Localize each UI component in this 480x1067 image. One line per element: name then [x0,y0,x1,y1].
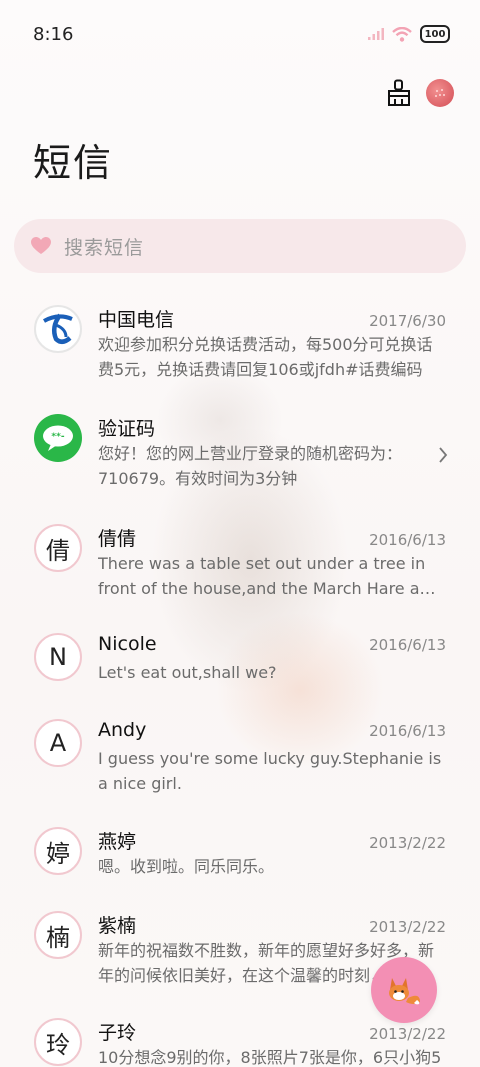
battery-icon: 100 [420,25,450,43]
status-bar: 8:16 100 [0,0,480,68]
message-preview: 您好！您的网上营业厅登录的随机密码为：710679。有效时间为3分钟 [98,444,403,488]
list-item[interactable]: 中国电信 2017/6/30 欢迎参加积分兑换话费活动，每500分可兑换话费5元… [0,289,480,398]
message-preview: 嗯。收到啦。同乐同乐。 [98,857,275,876]
avatar: 玲 [34,1018,82,1066]
contact-name: 倩倩 [98,528,137,550]
list-item[interactable]: 婷 燕婷 2013/2/22 嗯。收到啦。同乐同乐。 [0,811,480,895]
message-preview: 10分想念9别的你，8张照片7张是你，6只小狗5只像你，4根骨头3根归你，2爪着… [98,1048,442,1067]
message-list: 中国电信 2017/6/30 欢迎参加积分兑换话费活动，每500分可兑换话费5元… [0,289,480,1067]
compose-button[interactable] [371,957,437,1023]
message-date: 2016/6/13 [369,722,446,740]
avatar: 倩 [34,524,82,572]
status-icons: 100 [368,25,450,43]
list-item[interactable]: **- 验证码 您好！您的网上营业厅登录的随机密码为：710679。有效时间为3… [0,398,480,508]
battery-level: 100 [424,28,446,40]
profile-avatar[interactable] [426,79,454,107]
contact-name: 燕婷 [98,831,137,853]
contact-name: 中国电信 [98,309,175,331]
broom-icon[interactable] [386,79,412,107]
message-date: 2013/2/22 [369,834,446,852]
message-preview: 欢迎参加积分兑换话费活动，每500分可兑换话费5元，兑换话费请回复106或jfd… [98,335,433,379]
list-item[interactable]: N Nicole 2016/6/13 Let's eat out,shall w… [0,617,480,703]
message-date: 2013/2/22 [369,918,446,936]
svg-text:**-: **- [51,432,64,442]
avatar: **- [34,414,82,462]
heart-icon [31,237,51,254]
signal-icon [368,28,384,40]
message-bubble-icon: **- [43,425,73,451]
contact-name: Andy [98,719,147,741]
china-telecom-icon [43,313,73,344]
list-item[interactable]: 倩 倩倩 2016/6/13 There was a table set out… [0,508,480,617]
contact-name: Nicole [98,633,157,655]
page-title: 短信 [33,141,114,185]
avatar [34,305,82,353]
strawberry-icon [435,89,445,97]
message-preview: I guess you're some lucky guy.Stephanie … [98,749,442,793]
avatar: 婷 [34,827,82,875]
message-preview: There was a table set out under a tree i… [98,554,440,598]
search-bar[interactable]: 搜索短信 [14,219,466,273]
wifi-icon [392,26,412,42]
list-item[interactable]: A Andy 2016/6/13 I guess you're some luc… [0,703,480,811]
contact-name: 子玲 [98,1022,137,1044]
search-input[interactable]: 搜索短信 [64,233,144,260]
avatar: N [34,633,82,681]
avatar: A [34,719,82,767]
message-date: 2017/6/30 [369,312,446,330]
fox-icon [389,978,420,1005]
message-date: 2013/2/22 [369,1025,446,1043]
message-preview: Let's eat out,shall we? [98,663,277,682]
message-date: 2016/6/13 [369,636,446,654]
status-time: 8:16 [33,23,74,45]
avatar: 楠 [34,911,82,959]
top-actions [0,68,480,118]
contact-name: 紫楠 [98,915,137,937]
contact-name: 验证码 [98,418,156,440]
chevron-right-icon[interactable] [438,446,448,464]
message-date: 2016/6/13 [369,531,446,549]
